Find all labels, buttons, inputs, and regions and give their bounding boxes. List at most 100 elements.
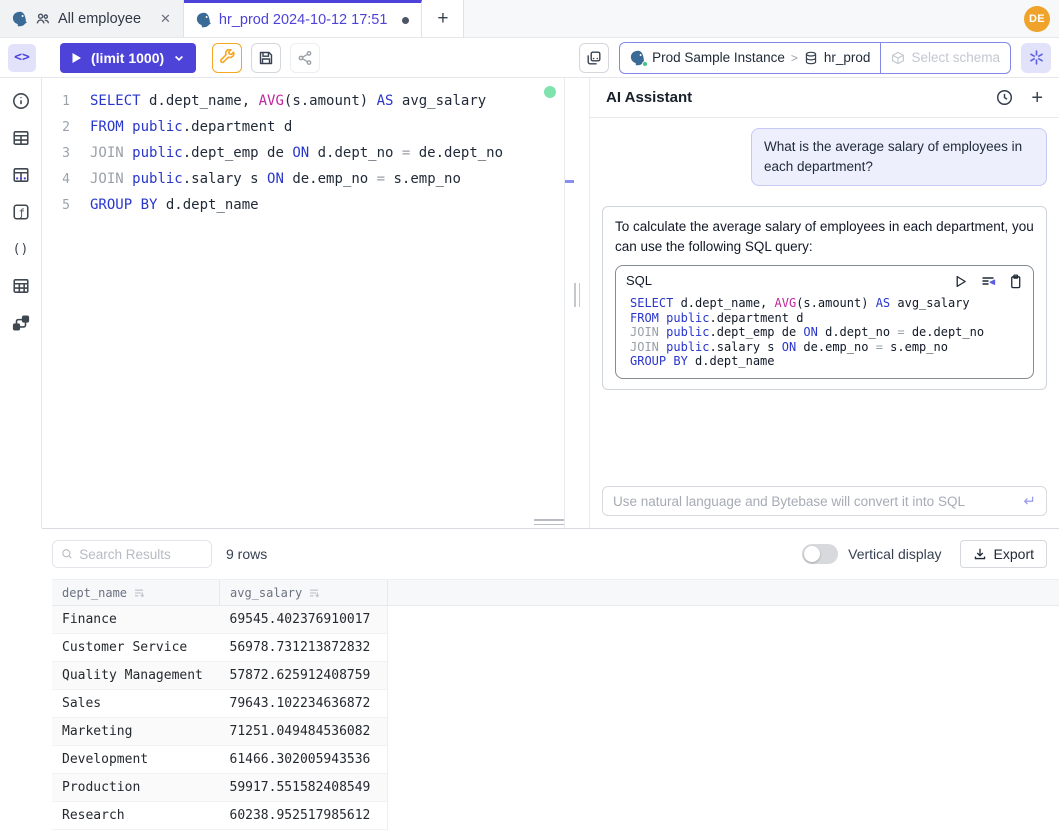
table-cell: 59917.551582408549	[220, 774, 388, 801]
search-results-input[interactable]	[79, 547, 203, 562]
user-message-bubble: What is the average salary of employees …	[751, 128, 1047, 186]
code-language-label: SQL	[626, 271, 652, 291]
table-cell: Quality Management	[52, 662, 220, 689]
table-row[interactable]: Finance69545.402376910017	[52, 606, 388, 634]
table-header-row: dept_name avg_salary	[52, 579, 1059, 606]
ai-code-line: FROM public.department d	[630, 311, 1023, 326]
tab-all-employee[interactable]: All employee ✕	[0, 0, 184, 37]
info-icon[interactable]	[12, 92, 30, 110]
ai-assistant-button[interactable]	[1021, 43, 1051, 73]
views-icon[interactable]	[12, 166, 30, 184]
share-button[interactable]	[290, 43, 320, 73]
table-cell: Production	[52, 774, 220, 801]
tables-icon[interactable]	[12, 129, 30, 147]
history-clock-icon[interactable]	[996, 89, 1013, 106]
line-code: GROUP BY d.dept_name	[90, 197, 259, 213]
table-cell: Finance	[52, 606, 220, 633]
sql-code-block: SQL SELECT d.dept_name, AVG(s.amount) AS…	[615, 265, 1034, 379]
export-button[interactable]: Export	[960, 540, 1047, 568]
assistant-intro-text: To calculate the average salary of emplo…	[615, 219, 1034, 254]
column-header-dept-name[interactable]: dept_name	[52, 580, 220, 605]
table-cell: 69545.402376910017	[220, 606, 388, 633]
schema-cube-icon	[891, 51, 905, 65]
export-label: Export	[994, 546, 1034, 562]
line-code: SELECT d.dept_name, AVG(s.amount) AS avg…	[90, 93, 486, 109]
code-line[interactable]: 1SELECT d.dept_name, AVG(s.amount) AS av…	[42, 88, 564, 114]
line-number: 4	[42, 172, 90, 187]
tab-label: hr_prod 2024-10-12 17:51	[219, 12, 388, 28]
ai-prompt-inputbox: ↵	[602, 486, 1047, 516]
instance-database-selector[interactable]: Prod Sample Instance > hr_prod	[620, 43, 880, 73]
external-tables-icon[interactable]	[12, 277, 30, 295]
table-cell: Development	[52, 746, 220, 773]
database-icon	[804, 51, 818, 65]
table-row[interactable]: Customer Service56978.731213872832	[52, 634, 388, 662]
return-key-icon: ↵	[1023, 492, 1036, 510]
sql-code-lines: SELECT d.dept_name, AVG(s.amount) AS avg…	[616, 293, 1033, 378]
run-query-button[interactable]: (limit 1000)	[60, 43, 196, 73]
tabbar-spacer	[464, 0, 1024, 37]
save-icon	[258, 50, 274, 66]
sort-icon[interactable]	[133, 587, 145, 599]
results-toolbar: 9 rows Vertical display Export	[42, 529, 1059, 579]
copy-icon[interactable]	[1008, 274, 1023, 289]
line-number: 1	[42, 94, 90, 109]
functions-icon[interactable]: ƒ	[12, 203, 30, 221]
toolbar-right-group: Prod Sample Instance > hr_prod Select sc…	[579, 42, 1051, 74]
sql-editor-app: All employee ✕ hr_prod 2024-10-12 17:51 …	[0, 0, 1059, 835]
insert-into-editor-icon[interactable]	[980, 273, 996, 289]
new-conversation-icon[interactable]: +	[1031, 88, 1043, 108]
table-row[interactable]: Development61466.302005943536	[52, 746, 388, 774]
line-code: JOIN public.dept_emp de ON d.dept_no = d…	[90, 145, 503, 161]
ai-panel-title: AI Assistant	[606, 89, 692, 106]
table-row[interactable]: Quality Management57872.625912408759	[52, 662, 388, 690]
results-table: dept_name avg_salary Finance69545.402376…	[52, 579, 1059, 830]
code-line[interactable]: 4JOIN public.salary s ON de.emp_no = s.e…	[42, 166, 564, 192]
sort-icon[interactable]	[308, 587, 320, 599]
line-code: FROM public.department d	[90, 119, 292, 135]
vertical-display-toggle[interactable]	[802, 544, 838, 564]
tab-hr-prod[interactable]: hr_prod 2024-10-12 17:51	[184, 0, 423, 37]
close-icon[interactable]: ✕	[160, 11, 171, 27]
sql-editor[interactable]: 1SELECT d.dept_name, AVG(s.amount) AS av…	[42, 78, 565, 528]
code-line[interactable]: 2FROM public.department d	[42, 114, 564, 140]
batch-query-icon	[586, 50, 602, 66]
tab-label: All employee	[58, 11, 141, 27]
panel-resize-gutter[interactable]	[565, 78, 589, 528]
code-line[interactable]: 5GROUP BY d.dept_name	[42, 192, 564, 218]
openai-icon	[1028, 49, 1045, 66]
batch-query-button[interactable]	[579, 43, 609, 73]
user-avatar[interactable]: DE	[1024, 6, 1050, 32]
format-sql-button[interactable]	[212, 43, 242, 73]
horizontal-resize-handle[interactable]	[534, 519, 564, 525]
search-icon	[61, 547, 73, 561]
run-code-icon[interactable]	[953, 274, 968, 289]
table-row[interactable]: Research60238.952517985612	[52, 802, 388, 830]
postgres-icon	[630, 50, 646, 66]
table-cell: 79643.102234636872	[220, 690, 388, 717]
schema-selector[interactable]: Select schema	[881, 43, 1010, 73]
table-cell: Research	[52, 802, 220, 829]
chevron-down-icon	[173, 52, 185, 64]
share-icon	[297, 50, 313, 66]
code-panel-button[interactable]: <>	[8, 44, 36, 72]
table-row[interactable]: Production59917.551582408549	[52, 774, 388, 802]
code-line[interactable]: 3JOIN public.dept_emp de ON d.dept_no = …	[42, 140, 564, 166]
table-cell: Marketing	[52, 718, 220, 745]
connection-breadcrumb: Prod Sample Instance > hr_prod Select sc…	[619, 42, 1011, 74]
table-cell: Customer Service	[52, 634, 220, 661]
schema-diagram-icon[interactable]	[12, 314, 30, 332]
table-row[interactable]: Sales79643.102234636872	[52, 690, 388, 718]
column-header-avg-salary[interactable]: avg_salary	[220, 580, 388, 605]
svg-text:ƒ: ƒ	[18, 208, 24, 219]
save-sheet-button[interactable]	[251, 43, 281, 73]
vertical-resize-handle[interactable]	[574, 283, 580, 307]
table-row[interactable]: Marketing71251.049484536082	[52, 718, 388, 746]
line-number: 3	[42, 146, 90, 161]
procedures-icon[interactable]: ()	[12, 240, 30, 258]
ai-prompt-input[interactable]	[613, 494, 1023, 509]
editor-status-dot	[544, 86, 556, 98]
unsaved-dot	[402, 17, 409, 24]
new-tab-button[interactable]: +	[422, 0, 464, 37]
breadcrumb-separator: >	[791, 51, 798, 65]
